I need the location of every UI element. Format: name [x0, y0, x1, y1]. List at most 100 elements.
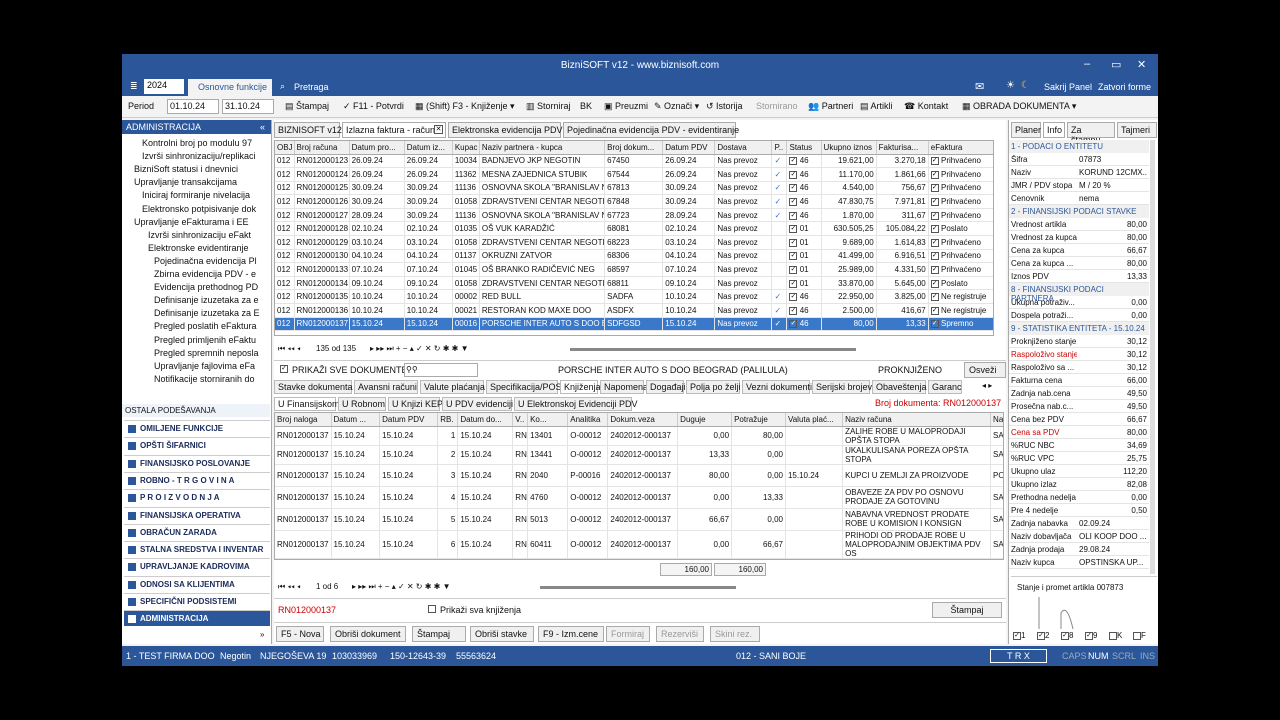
- posting-col-header[interactable]: Naziv računa: [842, 413, 992, 427]
- invoice-col-header[interactable]: Datum pro...: [349, 141, 405, 155]
- posting-col-header[interactable]: Potražuje: [731, 413, 786, 427]
- doc-processing-button[interactable]: ▦ OBRADA DOKUMENTA ▾: [962, 101, 1076, 112]
- minimize-button[interactable]: –: [1084, 58, 1090, 70]
- posting-button[interactable]: ▦ (Shift) F3 - Knjiženje ▾: [415, 101, 515, 112]
- sub-nav-first-icon[interactable]: ⏮ ◂◂ ◂: [278, 582, 301, 592]
- posting-tab-1[interactable]: U Robnom: [338, 397, 386, 411]
- detail-tab-10[interactable]: Obaveštenja: [872, 380, 927, 394]
- table-row[interactable]: RN012000137 15.10.24 15.10.24 3 15.10.24 RN 20…: [275, 464, 1003, 487]
- form-button[interactable]: Formiraj: [606, 626, 650, 642]
- detail-tab-2[interactable]: Valute plaćanja: [420, 380, 485, 394]
- posting-col-header[interactable]: Duguje: [677, 413, 733, 427]
- chart-series-check[interactable]: K: [1109, 631, 1122, 640]
- nav-8[interactable]: UPRAVLJANJE KADROVIMA: [124, 558, 270, 575]
- tree-item[interactable]: Pregled poslatih eFaktura: [154, 321, 262, 331]
- invoice-col-header[interactable]: eFaktura: [928, 141, 993, 155]
- chart-series-check[interactable]: ✓2: [1037, 631, 1049, 640]
- glasses-search[interactable]: ⚲⚲: [404, 363, 478, 377]
- invoice-col-header[interactable]: P..: [771, 141, 788, 155]
- tree-item[interactable]: Upravljanje transakcijama: [134, 177, 262, 187]
- close-tab-icon[interactable]: ✕: [434, 125, 443, 134]
- confirm-button[interactable]: ✓ F11 - Potvrdi: [343, 101, 404, 112]
- chart-series-check[interactable]: ✓8: [1061, 631, 1073, 640]
- cancel-doc-button[interactable]: ▥ Storniraj: [526, 101, 571, 112]
- contact-button[interactable]: ☎ Kontakt: [904, 101, 948, 112]
- articles-button[interactable]: ▤ Artikli: [860, 101, 893, 112]
- tab-basic-functions[interactable]: Osnovne funkcije: [188, 79, 272, 96]
- tree-item[interactable]: Upravljanje fajlovima eFa: [154, 361, 262, 371]
- h-scrollbar[interactable]: [570, 348, 856, 351]
- canceled-button[interactable]: Stornirano: [756, 101, 798, 111]
- invoice-col-header[interactable]: Status: [786, 141, 822, 155]
- reserve-button[interactable]: Rezerviši: [656, 626, 704, 642]
- download-button[interactable]: ▣ Preuzmi: [604, 101, 648, 112]
- tab-single-evidence[interactable]: Pojedinačna evidencija PDV - evidentiran…: [563, 122, 739, 138]
- tab-planner[interactable]: Planer: [1011, 122, 1041, 138]
- posting-col-header[interactable]: V..: [512, 413, 529, 427]
- tab-invoice[interactable]: Izlazna faktura - račun ✕: [342, 122, 446, 138]
- table-row[interactable]: RN012000137 15.10.24 15.10.24 4 15.10.24 RN 47…: [275, 486, 1003, 509]
- detail-tab-0[interactable]: Stavke dokumenta: [274, 380, 353, 394]
- detail-tab-4[interactable]: Knjiženja: [560, 380, 601, 394]
- nav-5[interactable]: FINANSIJSKA OPERATIVA: [124, 506, 270, 523]
- table-row[interactable]: 012 RN012000125 30.09.24 30.09.24 11136 OSNOV…: [275, 181, 993, 196]
- posting-tab-3[interactable]: U PDV evidenciji: [442, 397, 513, 411]
- invoice-col-header[interactable]: Fakturisa...: [876, 141, 929, 155]
- invoice-col-header[interactable]: Broj računa: [294, 141, 350, 155]
- posting-col-header[interactable]: RB.: [437, 413, 459, 427]
- tab-timers[interactable]: Tajmeri: [1117, 122, 1157, 138]
- mail-icon[interactable]: ✉: [975, 80, 984, 93]
- nav-next-icon[interactable]: ▸ ▸▸ ⏭ + − ▴ ✓ ✕ ↻ ✱ ✱ ▼: [370, 344, 469, 354]
- info-scrollbar[interactable]: [1150, 140, 1155, 574]
- tab-e-evidence[interactable]: Elektronska evidencija PDV: [448, 122, 563, 138]
- tree-item[interactable]: Pojedinačna evidencija Pl: [154, 256, 262, 266]
- tab-scroll-icon[interactable]: ◂ ▸: [982, 381, 992, 390]
- new-button[interactable]: F5 - Nova: [276, 626, 324, 642]
- mark-button[interactable]: ✎ Označi ▾: [654, 101, 699, 112]
- nav-10[interactable]: SPECIFIČNI PODSISTEMI: [124, 593, 270, 609]
- date-from-field[interactable]: 01.10.24: [167, 99, 219, 114]
- invoice-col-header[interactable]: Datum iz...: [404, 141, 453, 155]
- posting-col-header[interactable]: Broj naloga: [275, 413, 332, 427]
- tree-item[interactable]: Upravljanje eFakturama i EE: [134, 217, 262, 227]
- table-row[interactable]: 012 RN012000130 04.10.24 04.10.24 01137 OKRUZ…: [275, 249, 993, 264]
- history-button[interactable]: ↺ Istorija: [706, 101, 743, 112]
- show-all-docs-checkbox[interactable]: ✓: [280, 365, 288, 373]
- nav-1[interactable]: OPŠTI ŠIFARNICI: [124, 437, 270, 454]
- tree-item[interactable]: Notifikacije storniranih do: [154, 374, 262, 384]
- detail-tab-7[interactable]: Polja po želji: [686, 380, 741, 394]
- table-row[interactable]: 012 RN012000126 30.09.24 30.09.24 01058 ZDRAV…: [275, 194, 993, 209]
- show-all-postings-checkbox[interactable]: [428, 605, 436, 613]
- tree-item[interactable]: Elektronske evidentiranje: [148, 243, 262, 253]
- print-doc-button[interactable]: Štampaj: [412, 626, 466, 642]
- tree-item[interactable]: Pregled primljenih eFaktu: [154, 335, 262, 345]
- invoice-col-header[interactable]: Broj dokum...: [604, 141, 664, 155]
- delete-doc-button[interactable]: Obriši dokument: [330, 626, 406, 642]
- detail-tab-5[interactable]: Napomena: [600, 380, 648, 394]
- year-field[interactable]: 2024: [144, 79, 184, 94]
- close-button[interactable]: ✕: [1137, 58, 1146, 71]
- posting-col-header[interactable]: Datum PDV: [379, 413, 439, 427]
- table-row[interactable]: 012 RN012000123 26.09.24 26.09.24 10034 BADNJ…: [275, 154, 993, 169]
- nav-0[interactable]: OMILJENE FUNKCIJE: [124, 420, 270, 436]
- nav-3[interactable]: ROBNO - T R G O V I N A: [124, 471, 270, 488]
- table-row[interactable]: RN012000137 15.10.24 15.10.24 5 15.10.24 RN 50…: [275, 508, 1003, 531]
- invoice-col-header[interactable]: Dostava: [714, 141, 773, 155]
- nav-4[interactable]: P R O I Z V O D N J A: [124, 489, 270, 506]
- posting-col-header[interactable]: Valuta plać...: [785, 413, 844, 427]
- sub-nav-next-icon[interactable]: ▸ ▸▸ ⏭ + − ▴ ✓ ✕ ↻ ✱ ✱ ▼: [352, 582, 451, 592]
- sun-icon[interactable]: ☀: [1006, 80, 1015, 91]
- nav-2[interactable]: FINANSIJSKO POSLOVANJE: [124, 454, 270, 471]
- posting-col-header[interactable]: Na: [990, 413, 1003, 427]
- print-postings-button[interactable]: Štampaj: [932, 602, 1002, 618]
- chart-series-check[interactable]: ✓9: [1085, 631, 1097, 640]
- nav-7[interactable]: STALNA SREDSTVA I INVENTAR: [124, 541, 270, 558]
- tab-info[interactable]: Info: [1043, 122, 1065, 138]
- tree-item[interactable]: Izvrši sinhronizaciju eFakt: [148, 230, 262, 240]
- tree-item[interactable]: Elektronsko potpisivanje dok: [142, 204, 262, 214]
- change-price-button[interactable]: F9 - Izm.cene: [538, 626, 604, 642]
- collapse-icon[interactable]: «: [260, 122, 265, 132]
- invoice-col-header[interactable]: Ukupno iznos: [821, 141, 877, 155]
- tree-item[interactable]: Evidencija prethodnog PD: [154, 282, 262, 292]
- invoice-col-header[interactable]: Kupac: [452, 141, 480, 155]
